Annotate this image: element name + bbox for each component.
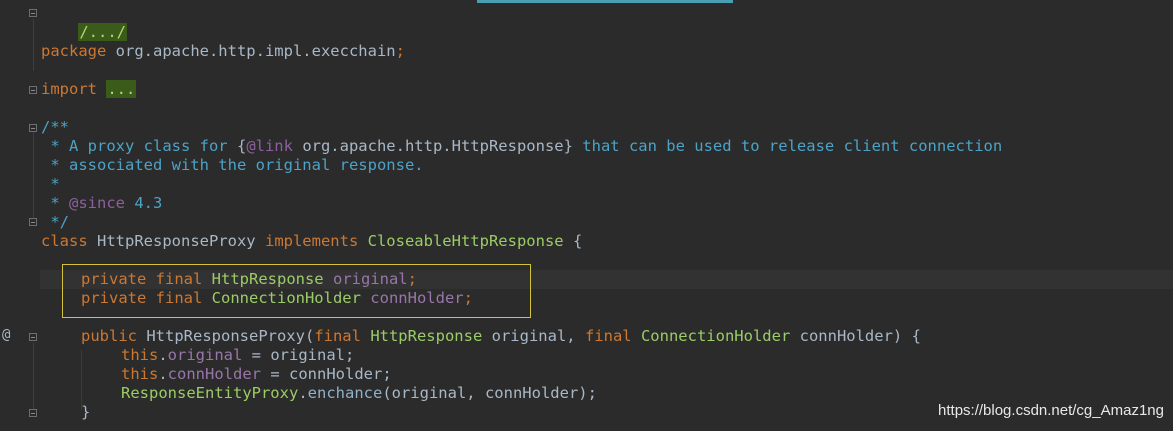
fold-guide: [33, 19, 34, 71]
editor-tab-indicator: [477, 0, 733, 3]
code-line-closing-brace[interactable]: }: [81, 403, 90, 422]
field-name: original: [167, 346, 243, 364]
javadoc-line[interactable]: * associated with the original response.: [41, 156, 423, 175]
javadoc-text: *: [41, 194, 69, 212]
package-name: org.apache.http.impl.execchain: [106, 42, 396, 60]
expression: = connHolder;: [261, 365, 392, 383]
class-name: HttpResponseProxy: [87, 232, 265, 250]
keyword: final: [584, 327, 632, 345]
watermark-url: https://blog.csdn.net/cg_Amaz1ng: [938, 402, 1164, 419]
keyword: public: [81, 327, 137, 345]
brace: {: [563, 232, 583, 250]
type-name: HttpResponse: [360, 327, 483, 345]
keyword: package: [41, 42, 107, 60]
folded-imports[interactable]: ...: [106, 80, 137, 98]
interface-name: CloseableHttpResponse: [358, 232, 564, 250]
javadoc-start[interactable]: /**: [41, 118, 69, 137]
code-line-import[interactable]: import ...: [41, 80, 137, 99]
dot: .: [158, 365, 168, 383]
parameter: original,: [482, 327, 585, 345]
parameter: connHolder) {: [790, 327, 921, 345]
keyword: this: [121, 365, 159, 383]
field-name: connHolder: [167, 365, 261, 383]
keyword: this: [121, 346, 159, 364]
code-line-package[interactable]: package org.apache.http.impl.execchain;: [41, 42, 405, 61]
code-line-1[interactable]: /.../: [41, 4, 127, 41]
code-editor[interactable]: @ /.../ package org.apache.http.impl.exe…: [0, 0, 1173, 431]
javadoc-tag: @link: [246, 137, 293, 155]
fold-toggle-icon[interactable]: [29, 9, 37, 17]
fold-toggle-icon[interactable]: [29, 333, 37, 341]
fold-toggle-icon[interactable]: [29, 409, 37, 417]
code-line-constructor[interactable]: public HttpResponseProxy(final HttpRespo…: [81, 327, 921, 346]
javadoc-brace: {: [236, 137, 247, 155]
javadoc-line[interactable]: *: [41, 175, 59, 194]
javadoc-line[interactable]: * A proxy class for {@link org.apache.ht…: [41, 137, 1002, 156]
keyword: implements: [264, 232, 359, 250]
keyword: final: [314, 327, 361, 345]
editor-gutter[interactable]: [0, 0, 40, 431]
javadoc-text: 4.3: [125, 194, 163, 212]
arguments: (original, connHolder);: [382, 384, 597, 402]
javadoc-end[interactable]: */: [41, 213, 69, 232]
folded-license-region[interactable]: /.../: [78, 23, 127, 41]
dot: .: [298, 384, 308, 402]
code-line-class-declaration[interactable]: class HttpResponseProxy implements Close…: [41, 232, 582, 251]
javadoc-link-target: org.apache.http.HttpResponse: [292, 137, 564, 155]
fold-toggle-icon[interactable]: [29, 86, 37, 94]
code-line-assign-original[interactable]: this.original = original;: [121, 346, 354, 365]
type-name: ConnectionHolder: [631, 327, 791, 345]
keyword: import: [41, 80, 97, 98]
method-call: enchance: [307, 384, 383, 402]
javadoc-text: * A proxy class for: [41, 137, 237, 155]
annotation-highlight-box: [62, 264, 531, 318]
code-line-enchance-call[interactable]: ResponseEntityProxy.enchance(original, c…: [121, 384, 597, 403]
code-line-assign-connholder[interactable]: this.connHolder = connHolder;: [121, 365, 392, 384]
fold-toggle-icon[interactable]: [29, 124, 37, 132]
javadoc-tag: @since: [69, 194, 125, 212]
override-gutter-icon[interactable]: @: [2, 327, 10, 343]
class-name: ResponseEntityProxy: [121, 384, 299, 402]
dot: .: [158, 346, 168, 364]
constructor-name: HttpResponseProxy(: [137, 327, 315, 345]
fold-guide: [33, 130, 34, 225]
javadoc-text: that can be used to release client conne…: [572, 137, 1003, 155]
expression: = original;: [242, 346, 355, 364]
fold-guide: [33, 343, 34, 411]
semicolon: ;: [395, 42, 405, 60]
keyword: class: [41, 232, 88, 250]
javadoc-since-line[interactable]: * @since 4.3: [41, 194, 162, 213]
javadoc-brace: }: [563, 137, 573, 155]
fold-toggle-icon[interactable]: [29, 218, 37, 226]
indent-guide: [81, 350, 82, 410]
